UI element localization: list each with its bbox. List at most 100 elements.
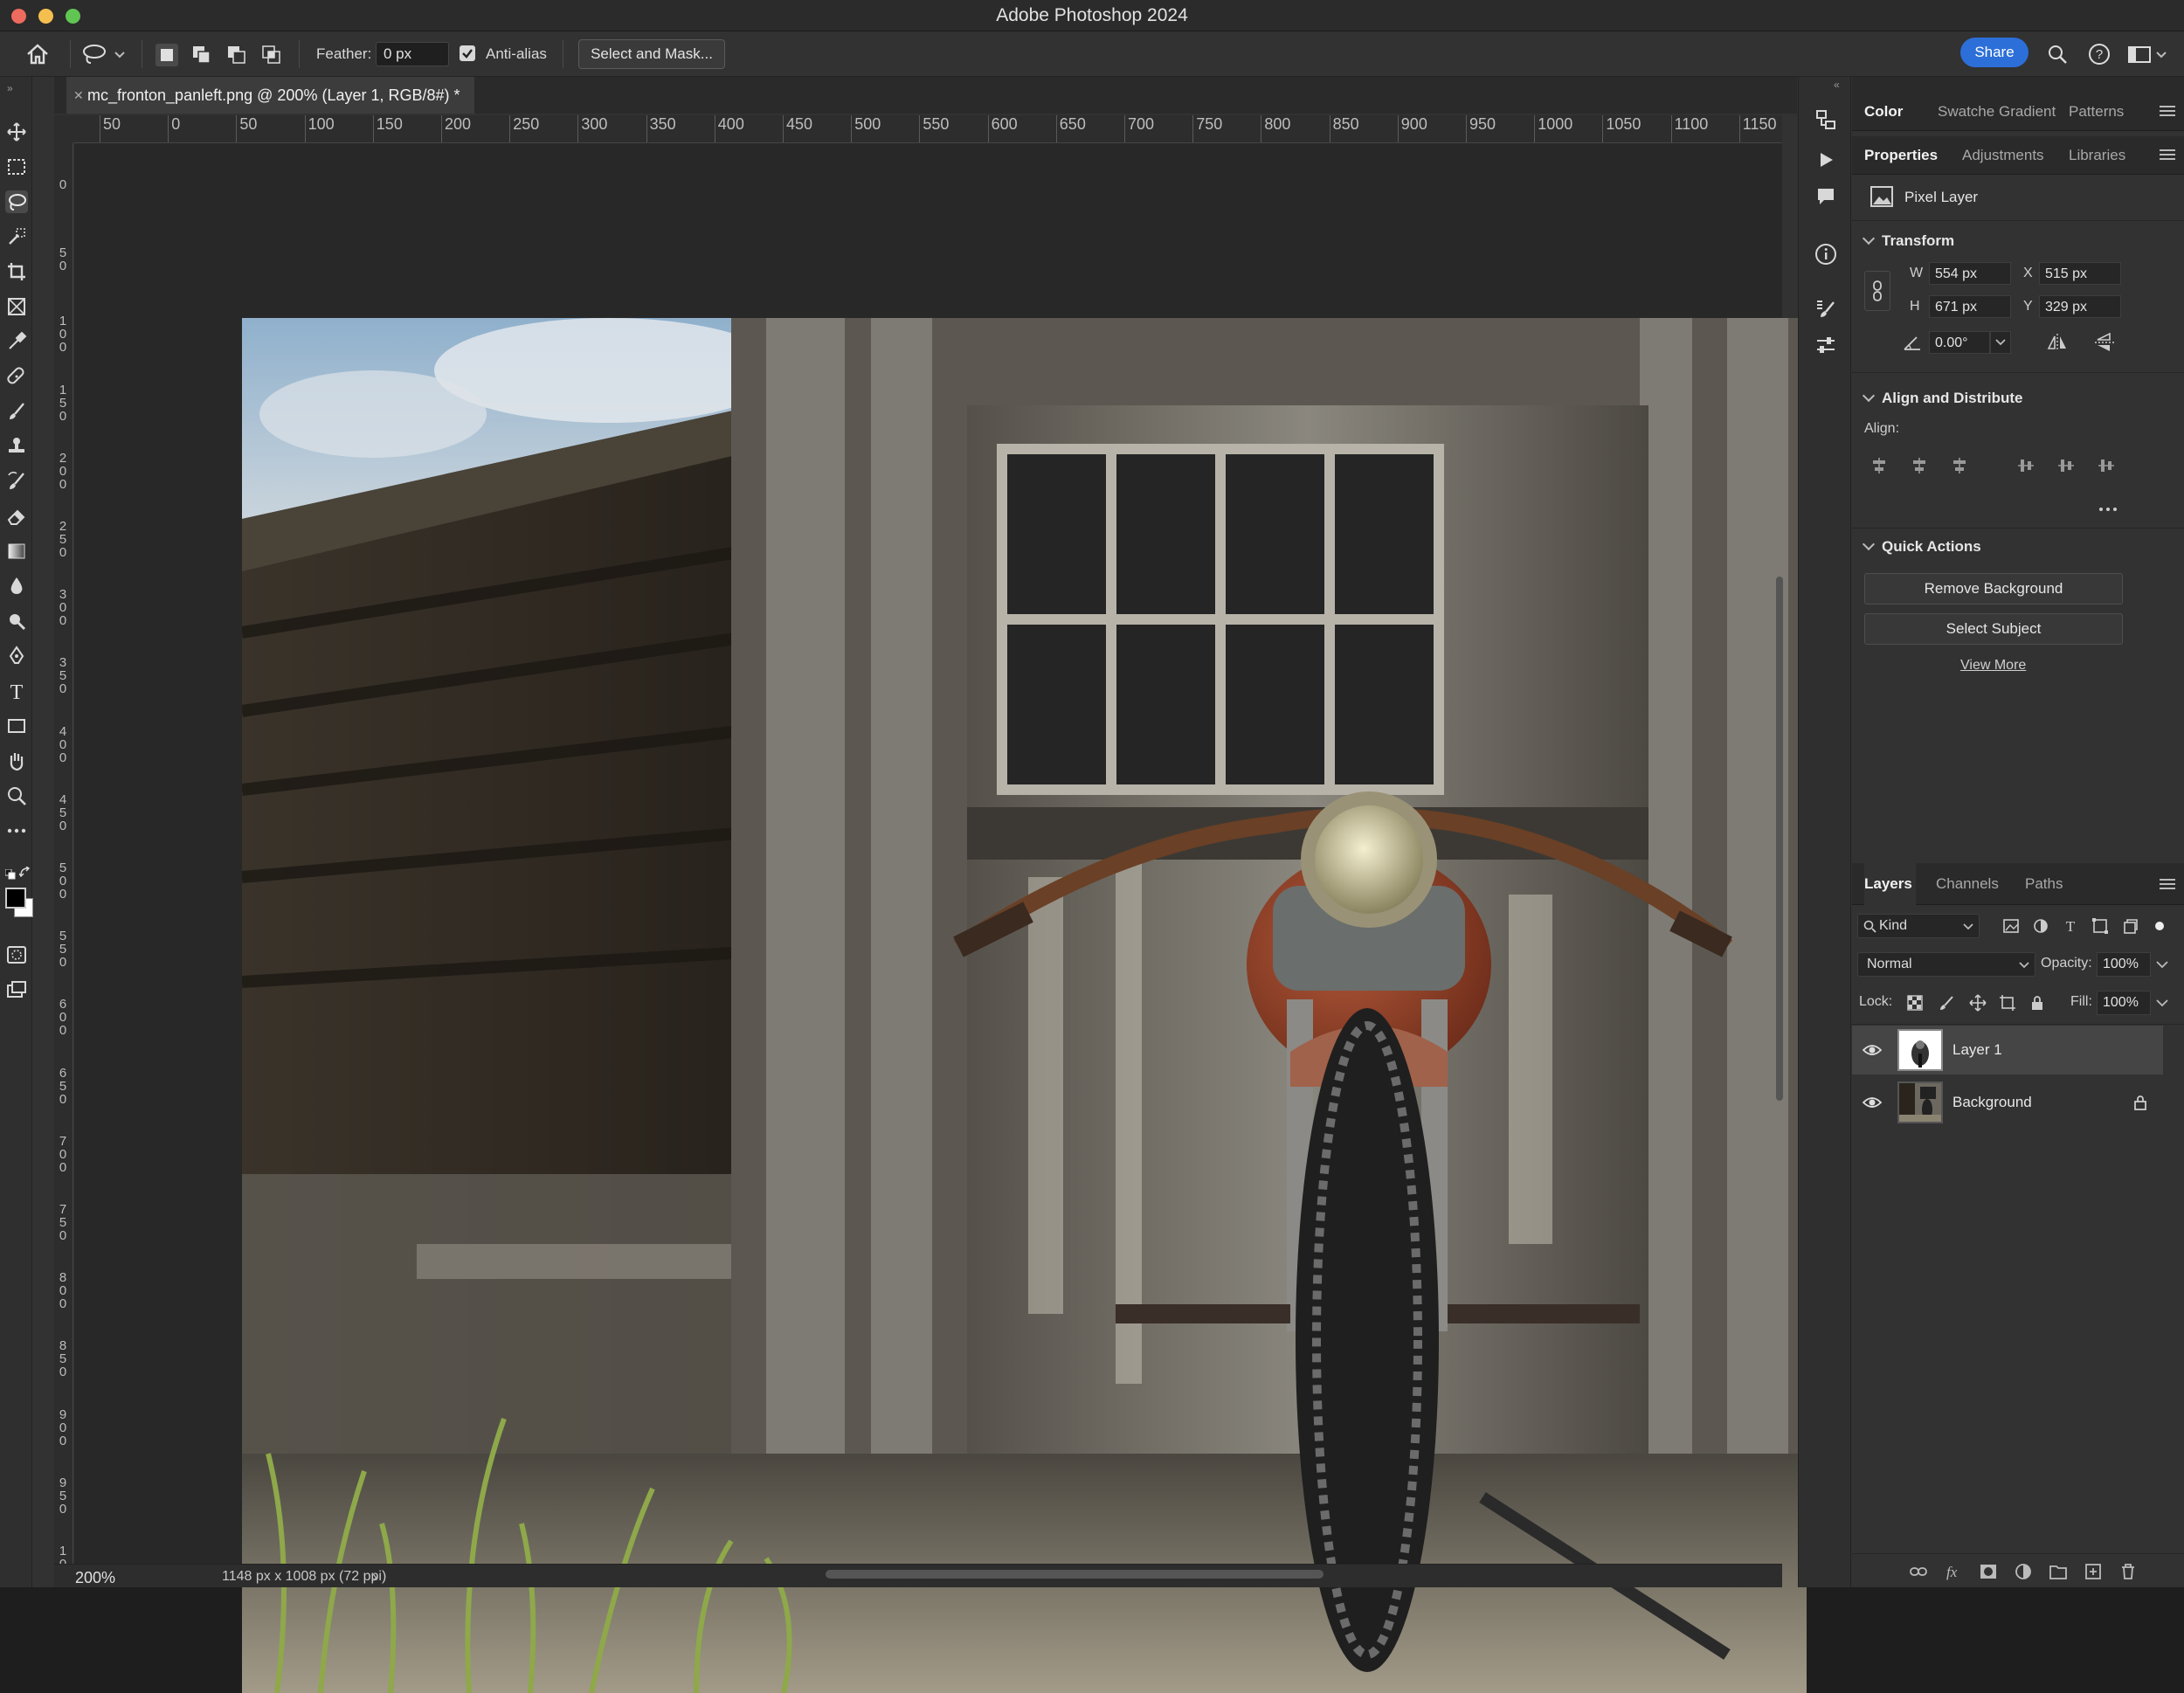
screen-mode-icon[interactable] bbox=[5, 978, 28, 1001]
new-adjustment-layer-icon[interactable] bbox=[2015, 1563, 2032, 1580]
align-top-edges-icon[interactable] bbox=[2016, 456, 2035, 475]
link-layers-icon[interactable] bbox=[1910, 1563, 1927, 1580]
comments-panel-icon[interactable] bbox=[1813, 183, 1839, 210]
blur-tool-icon[interactable] bbox=[5, 575, 28, 598]
y-position-input[interactable]: 329 px bbox=[2039, 295, 2121, 318]
eraser-tool-icon[interactable] bbox=[5, 505, 28, 528]
tab-channels[interactable]: Channels bbox=[1936, 863, 1999, 905]
antialias-checkbox[interactable] bbox=[460, 45, 475, 61]
angle-dropdown-icon[interactable] bbox=[1990, 331, 2011, 354]
healing-brush-tool-icon[interactable] bbox=[5, 365, 28, 388]
expand-toolbar-icon[interactable]: » bbox=[7, 82, 13, 94]
close-tab-icon[interactable]: ✕ bbox=[73, 77, 84, 114]
tab-layers[interactable]: Layers bbox=[1864, 863, 1916, 905]
filter-adjustment-icon[interactable] bbox=[2032, 917, 2049, 935]
layer-filter-kind-select[interactable]: Kind bbox=[1857, 914, 1980, 938]
tab-color[interactable]: Color bbox=[1864, 93, 1903, 131]
filter-smart-object-icon[interactable] bbox=[2121, 917, 2139, 935]
angle-input[interactable]: 0.00° bbox=[1929, 331, 1990, 354]
flip-vertical-icon[interactable] bbox=[2093, 332, 2116, 353]
zoom-level[interactable]: 200% bbox=[75, 1569, 115, 1587]
tab-libraries[interactable]: Libraries bbox=[2069, 136, 2125, 175]
share-button[interactable]: Share bbox=[1960, 38, 2028, 67]
frame-tool-icon[interactable] bbox=[5, 295, 28, 318]
layer-row-layer-1[interactable]: Layer 1 bbox=[1852, 1026, 2163, 1075]
tab-properties[interactable]: Properties bbox=[1864, 136, 1938, 175]
fill-input[interactable]: 100% bbox=[2097, 991, 2151, 1015]
foreground-color-swatch[interactable] bbox=[5, 888, 26, 909]
layer-locked-icon[interactable] bbox=[2133, 1094, 2147, 1111]
collapse-strip-icon[interactable]: « bbox=[1834, 79, 1840, 91]
visibility-eye-icon[interactable] bbox=[1863, 1041, 1882, 1059]
swap-colors-icon[interactable] bbox=[18, 866, 31, 879]
filter-toggle-icon[interactable] bbox=[2151, 917, 2168, 935]
opacity-input[interactable]: 100% bbox=[2097, 952, 2151, 977]
new-group-icon[interactable] bbox=[2049, 1563, 2067, 1580]
properties-menu-icon[interactable] bbox=[2160, 149, 2175, 161]
add-to-selection-icon[interactable] bbox=[190, 44, 213, 66]
lock-transparent-pixels-icon[interactable] bbox=[1906, 994, 1924, 1012]
lock-all-icon[interactable] bbox=[2028, 994, 2046, 1012]
more-options-icon[interactable] bbox=[2098, 501, 2118, 511]
quick-actions-section-header[interactable]: Quick Actions bbox=[1864, 538, 1981, 556]
clone-stamp-tool-icon[interactable] bbox=[5, 435, 28, 458]
type-tool-icon[interactable]: T bbox=[5, 680, 28, 702]
remove-background-button[interactable]: Remove Background bbox=[1864, 573, 2123, 605]
home-icon[interactable] bbox=[23, 41, 52, 67]
align-left-edges-icon[interactable] bbox=[1870, 456, 1889, 475]
view-more-link[interactable]: View More bbox=[1960, 658, 2026, 674]
blend-mode-select[interactable]: Normal bbox=[1857, 952, 2035, 977]
tab-gradients[interactable]: Gradient bbox=[1999, 93, 2056, 131]
filter-shape-icon[interactable] bbox=[2091, 917, 2109, 935]
delete-layer-icon[interactable] bbox=[2119, 1563, 2137, 1580]
select-and-mask-button[interactable]: Select and Mask... bbox=[578, 39, 725, 69]
object-selection-tool-icon[interactable] bbox=[5, 225, 28, 248]
lasso-tool-preset-icon[interactable] bbox=[80, 41, 129, 67]
layer-effects-icon[interactable]: fx bbox=[1945, 1563, 1962, 1580]
crop-tool-icon[interactable] bbox=[5, 260, 28, 283]
width-input[interactable]: 554 px bbox=[1929, 262, 2011, 285]
transform-section-header[interactable]: Transform bbox=[1864, 232, 1954, 250]
hand-tool-icon[interactable] bbox=[5, 750, 28, 772]
intersect-selection-icon[interactable] bbox=[260, 44, 283, 66]
default-colors-icon[interactable] bbox=[4, 868, 16, 880]
add-mask-icon[interactable] bbox=[1980, 1563, 1997, 1580]
align-right-edges-icon[interactable] bbox=[1950, 456, 1969, 475]
lasso-tool-icon[interactable] bbox=[5, 190, 28, 213]
fill-chevron-icon[interactable] bbox=[2156, 999, 2168, 1007]
subtract-from-selection-icon[interactable] bbox=[225, 44, 248, 66]
status-menu-chevron-icon[interactable]: › bbox=[372, 1568, 377, 1586]
link-dimensions-icon[interactable] bbox=[1864, 271, 1890, 311]
actions-panel-icon[interactable] bbox=[1813, 147, 1839, 173]
brush-tool-icon[interactable] bbox=[5, 400, 28, 423]
adjustment-sliders-panel-icon[interactable] bbox=[1813, 332, 1839, 358]
layers-menu-icon[interactable] bbox=[2160, 878, 2175, 890]
layer-row-background[interactable]: Background bbox=[1852, 1078, 2163, 1127]
rectangle-tool-icon[interactable] bbox=[5, 715, 28, 737]
flip-horizontal-icon[interactable] bbox=[2046, 332, 2069, 353]
marquee-tool-icon[interactable] bbox=[5, 155, 28, 178]
feather-input[interactable]: 0 px bbox=[376, 42, 449, 66]
tab-paths[interactable]: Paths bbox=[2025, 863, 2063, 905]
opacity-chevron-icon[interactable] bbox=[2156, 961, 2168, 969]
canvas-area[interactable] bbox=[74, 143, 1807, 1693]
search-icon[interactable] bbox=[2044, 41, 2070, 67]
document-image[interactable] bbox=[242, 318, 1807, 1693]
zoom-tool-icon[interactable] bbox=[5, 784, 28, 807]
align-section-header[interactable]: Align and Distribute bbox=[1864, 390, 2023, 407]
document-tab[interactable]: ✕ mc_fronton_panleft.png @ 200% (Layer 1… bbox=[66, 77, 474, 114]
vertical-scrollbar[interactable] bbox=[1776, 577, 1783, 1101]
workspace-switcher-icon[interactable] bbox=[2126, 41, 2170, 67]
lock-artboard-icon[interactable] bbox=[1999, 994, 2016, 1012]
eyedropper-tool-icon[interactable] bbox=[5, 330, 28, 353]
quick-mask-icon[interactable] bbox=[5, 943, 28, 966]
new-selection-icon[interactable] bbox=[156, 44, 178, 66]
brush-settings-panel-icon[interactable] bbox=[1813, 295, 1839, 321]
tab-adjustments[interactable]: Adjustments bbox=[1962, 136, 2044, 175]
align-bottom-edges-icon[interactable] bbox=[2097, 456, 2116, 475]
align-horizontal-centers-icon[interactable] bbox=[1910, 456, 1929, 475]
more-tools-icon[interactable] bbox=[5, 819, 28, 842]
pen-tool-icon[interactable] bbox=[5, 645, 28, 667]
tab-swatches[interactable]: Swatche bbox=[1938, 93, 1994, 131]
filter-type-icon[interactable]: T bbox=[2062, 917, 2079, 935]
